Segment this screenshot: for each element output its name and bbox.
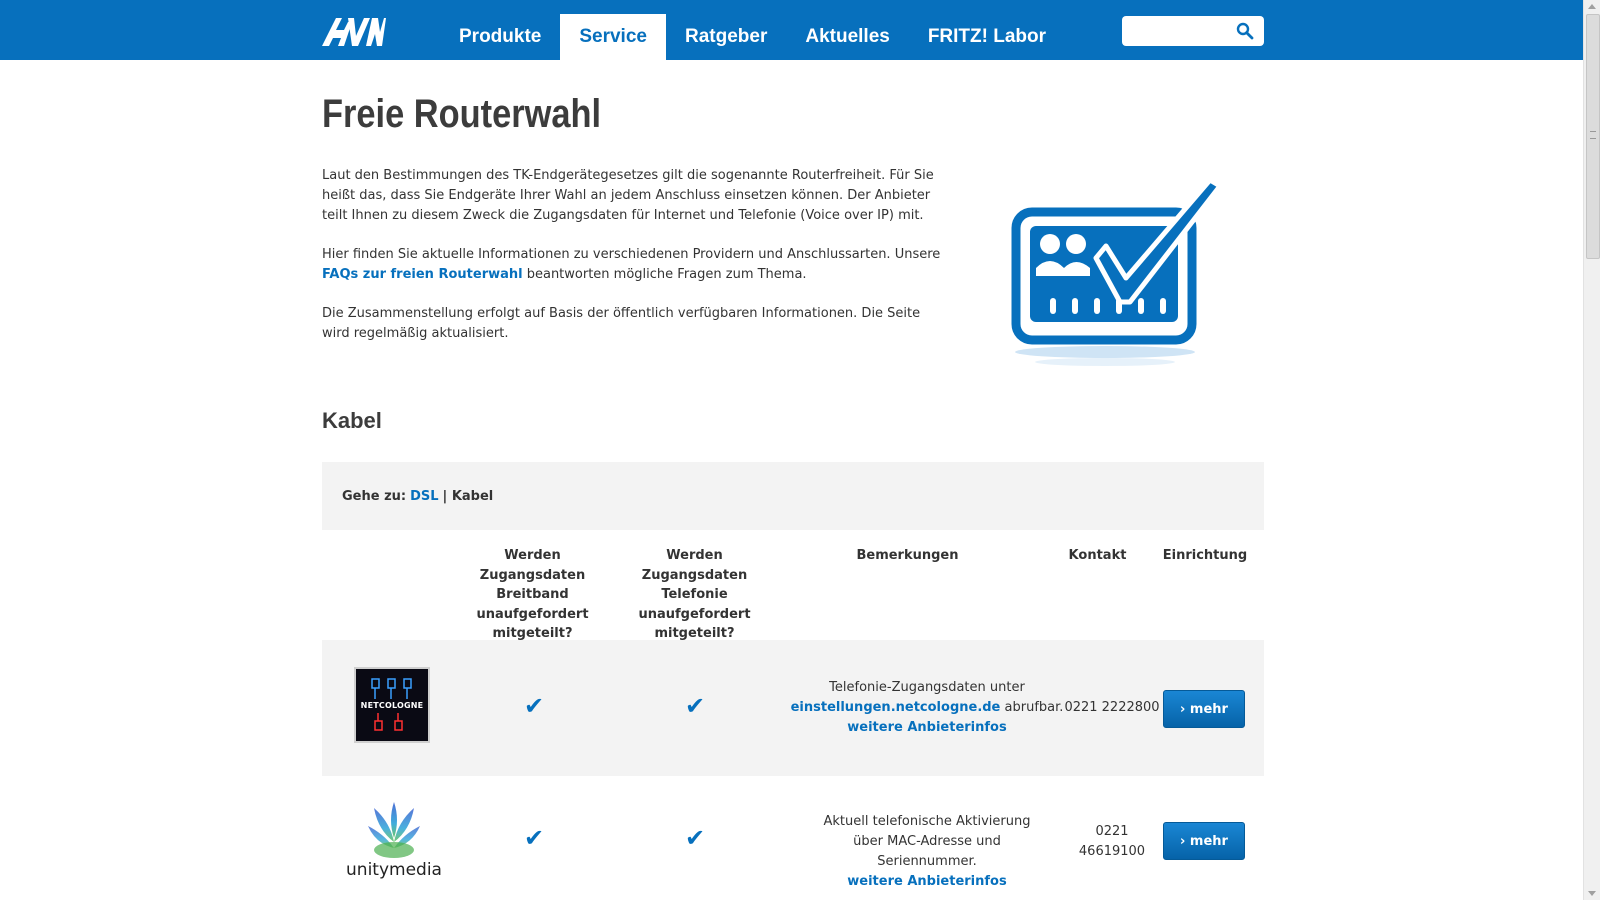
contact-netcologne: 0221 2222800 xyxy=(1064,700,1160,715)
nav-ratgeber[interactable]: Ratgeber xyxy=(666,14,786,60)
remark-text: Telefonie-Zugangsdaten unter xyxy=(829,680,1025,695)
scroll-down-arrow-icon[interactable] xyxy=(1588,891,1596,896)
scroll-up-arrow-icon[interactable] xyxy=(1588,4,1596,9)
page-title: Freie Routerwahl xyxy=(322,92,602,136)
intro-text: Laut den Bestimmungen des TK-Endgerätege… xyxy=(322,166,942,363)
mehr-button[interactable]: › mehr xyxy=(1163,822,1245,860)
weitere-anbieterinfos-link[interactable]: weitere Anbieterinfos xyxy=(847,720,1006,735)
header-breitband: Werden Zugangsdaten Breitband unaufgefor… xyxy=(476,548,589,641)
weitere-anbieterinfos-link[interactable]: weitere Anbieterinfos xyxy=(847,874,1006,889)
unitymedia-logo: unitymedia xyxy=(344,798,444,888)
search-input[interactable] xyxy=(1128,20,1232,42)
remark-unitymedia: Aktuell telefonische Aktivierung über MA… xyxy=(782,812,1072,892)
netcologne-logo: NETCOLOGNE xyxy=(354,667,430,743)
check-breitband-icon: ✔ xyxy=(524,824,545,852)
check-breitband-icon: ✔ xyxy=(524,692,545,720)
goto-bar: Gehe zu: DSL | Kabel xyxy=(322,462,1264,530)
remark-line-2: einstellungen.netcologne.de abrufbar. xyxy=(782,698,1072,718)
table-row: unitymedia ✔ ✔ Aktuell telefonische Akti… xyxy=(322,776,1264,900)
scrollbar-thumb[interactable] xyxy=(1586,14,1600,259)
search-box xyxy=(1122,16,1264,46)
einstellungen-netcologne-link[interactable]: einstellungen.netcologne.de xyxy=(791,700,1001,715)
unitymedia-logo-text: unitymedia xyxy=(346,860,442,880)
remark-line-3: weitere Anbieterinfos xyxy=(782,872,1072,892)
goto-label: Gehe zu: xyxy=(342,488,407,504)
check-telefonie-icon: ✔ xyxy=(685,692,706,720)
contact-line-2: 46619100 xyxy=(1078,844,1146,859)
remark-netcologne: Telefonie-Zugangsdaten unter einstellung… xyxy=(782,678,1072,738)
remark-line-3: weitere Anbieterinfos xyxy=(782,718,1072,738)
router-checkmark-illustration-icon xyxy=(1011,177,1223,366)
contact-line-1: 0221 xyxy=(1095,824,1129,839)
header-kontakt: Kontakt xyxy=(1068,548,1127,563)
intro-p2-before: Hier finden Sie aktuelle Informationen z… xyxy=(322,247,941,262)
avm-logo[interactable] xyxy=(322,14,386,48)
goto-dsl-link[interactable]: DSL xyxy=(410,489,438,504)
netcologne-logo-text: NETCOLOGNE xyxy=(360,701,424,710)
unitymedia-logo-graphic-icon xyxy=(368,802,420,858)
goto-separator: | xyxy=(442,488,448,504)
vertical-scrollbar[interactable] xyxy=(1583,0,1600,900)
intro-paragraph-3: Die Zusammenstellung erfolgt auf Basis d… xyxy=(322,306,921,341)
nav-fritz-labor[interactable]: FRITZ! Labor xyxy=(909,14,1065,60)
intro-p2-after: beantworten mögliche Fragen zum Thema. xyxy=(522,267,807,282)
table-row: NETCOLOGNE ✔ ✔ Telefonie-Zugangsdaten un… xyxy=(322,640,1264,776)
scrollbar-grip-icon xyxy=(1590,131,1596,139)
nav-produkte[interactable]: Produkte xyxy=(440,14,560,60)
goto-current: Kabel xyxy=(451,488,494,504)
nav-service[interactable]: Service xyxy=(560,14,666,60)
search-icon[interactable] xyxy=(1236,22,1254,40)
header-einrichtung: Einrichtung xyxy=(1162,548,1248,563)
faq-link[interactable]: FAQs zur freien Routerwahl xyxy=(322,267,523,282)
remark-text: Aktuell telefonische Aktivierung über MA… xyxy=(823,814,1031,869)
intro-paragraph-2: Hier finden Sie aktuelle Informationen z… xyxy=(322,245,942,285)
intro-paragraph-1: Laut den Bestimmungen des TK-Endgerätege… xyxy=(322,168,934,223)
section-title-kabel: Kabel xyxy=(322,408,382,433)
top-navigation-bar: Produkte Service Ratgeber Aktuelles FRIT… xyxy=(0,0,1583,60)
mehr-button[interactable]: › mehr xyxy=(1163,690,1245,728)
header-bemerkungen: Bemerkungen xyxy=(856,548,959,563)
contact-unitymedia: 0221 46619100 xyxy=(1042,822,1182,862)
main-nav: Produkte Service Ratgeber Aktuelles FRIT… xyxy=(440,14,1065,60)
header-telefonie: Werden Zugangsdaten Telefonie unaufgefor… xyxy=(638,548,751,641)
nav-aktuelles[interactable]: Aktuelles xyxy=(786,14,908,60)
check-telefonie-icon: ✔ xyxy=(685,824,706,852)
